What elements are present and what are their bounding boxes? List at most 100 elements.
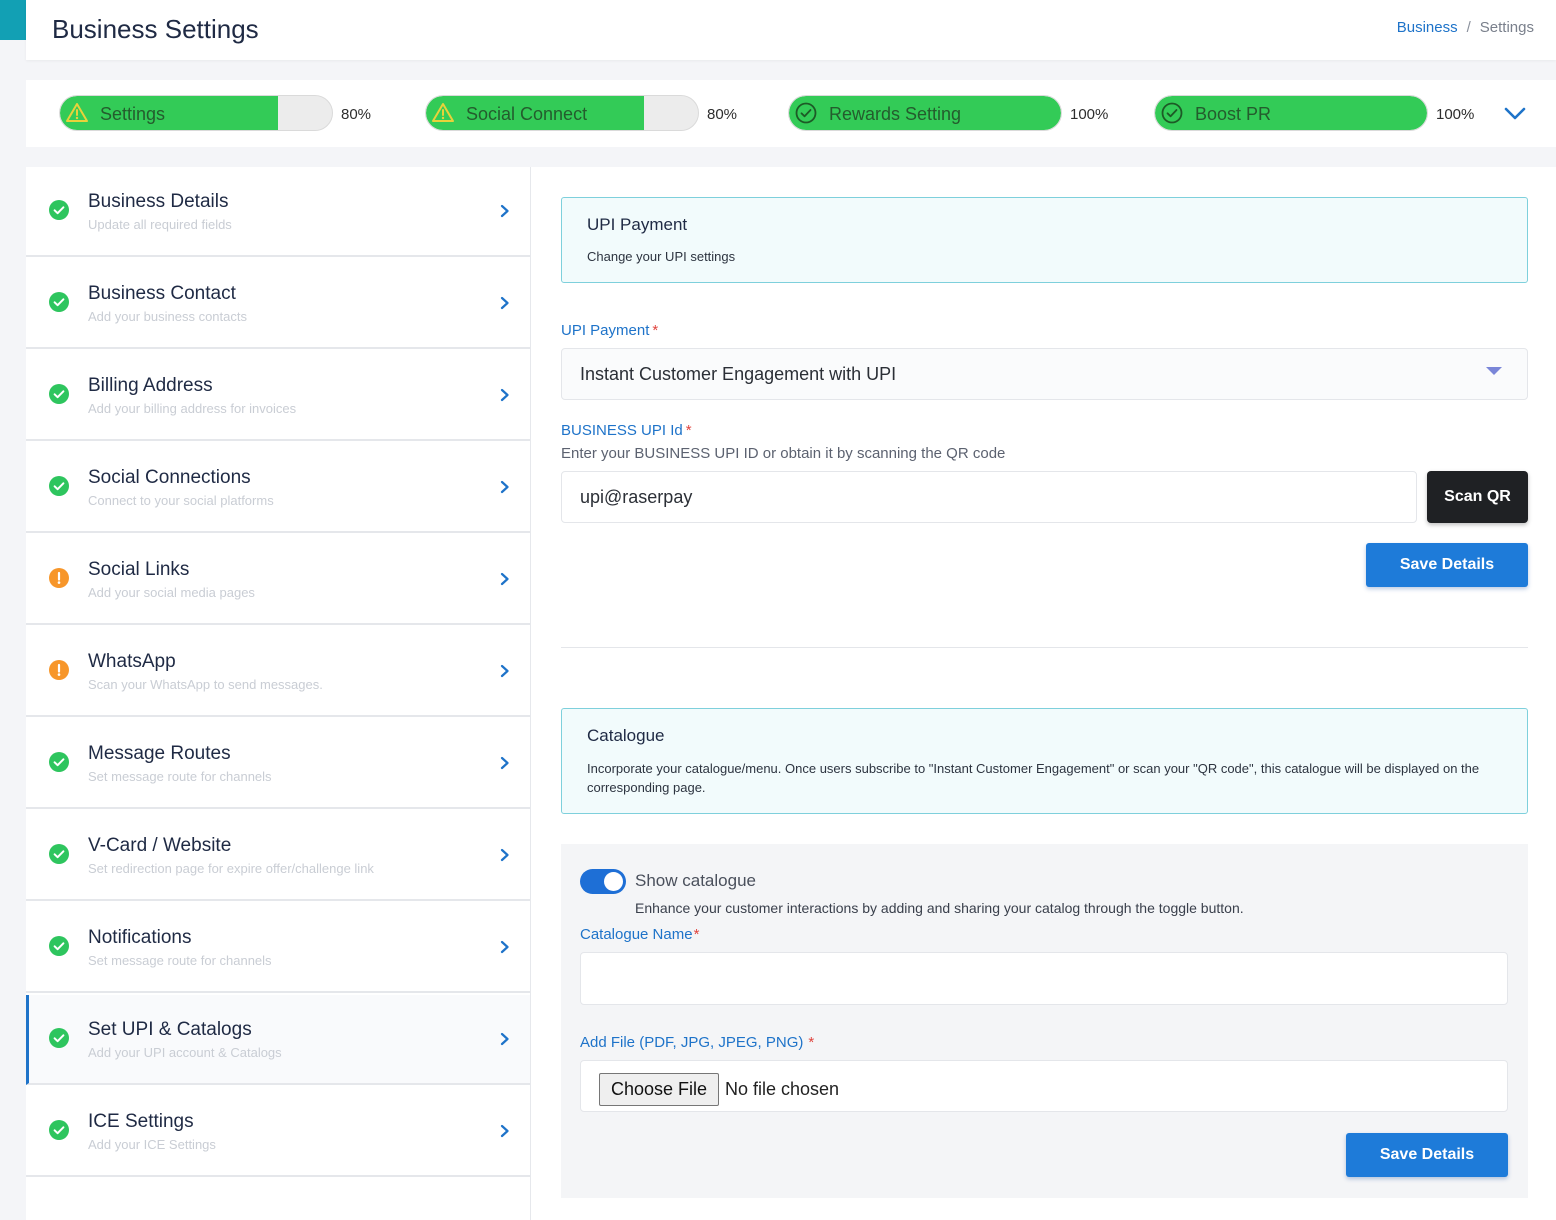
chevron-right-icon	[498, 661, 512, 681]
chevron-right-icon	[498, 569, 512, 589]
upi-id-input[interactable]	[561, 471, 1417, 523]
sidebar-item-subtitle: Set redirection page for expire offer/ch…	[88, 861, 374, 876]
sidebar-item-v-card-website[interactable]: V-Card / Website Set redirection page for…	[26, 811, 530, 901]
check-circle-icon	[49, 384, 69, 404]
show-catalogue-label: Show catalogue	[635, 871, 756, 890]
sidebar-item-subtitle: Scan your WhatsApp to send messages.	[88, 677, 323, 692]
chevron-right-icon	[498, 293, 512, 313]
progress-percent: 80%	[707, 106, 738, 123]
chevron-right-icon	[498, 937, 512, 957]
sidebar-item-ice-settings[interactable]: ICE Settings Add your ICE Settings	[26, 1087, 530, 1177]
check-circle-icon	[49, 200, 69, 220]
sidebar-item-message-routes[interactable]: Message Routes Set message route for chan…	[26, 719, 530, 809]
sidebar-item-title: Business Contact	[88, 283, 236, 304]
sidebar-item-notifications[interactable]: Notifications Set message route for chann…	[26, 903, 530, 993]
catalogue-section-description: Incorporate your catalogue/menu. Once us…	[587, 761, 1480, 795]
sidebar-item-business-contact[interactable]: Business Contact Add your business contac…	[26, 259, 530, 349]
show-catalogue-toggle[interactable]	[580, 869, 626, 894]
sidebar-item-social-connections[interactable]: Social Connections Connect to your social…	[26, 443, 530, 533]
catalogue-form: Show catalogue Enhance your customer int…	[561, 844, 1528, 1198]
sidebar-item-subtitle: Set message route for channels	[88, 953, 272, 968]
upi-payment-select[interactable]: Instant Customer Engagement with UPI	[561, 348, 1528, 400]
sidebar-item-subtitle: Update all required fields	[88, 217, 232, 232]
sidebar-item-title: Set UPI & Catalogs	[88, 1019, 252, 1040]
sidebar-item-title: WhatsApp	[88, 651, 176, 672]
section-divider	[561, 647, 1528, 648]
upi-save-details-button[interactable]: Save Details	[1366, 543, 1528, 587]
breadcrumb-business-link[interactable]: Business	[1397, 19, 1458, 36]
sidebar-item-subtitle: Add your UPI account & Catalogs	[88, 1045, 282, 1060]
sidebar-item-subtitle: Add your ICE Settings	[88, 1137, 216, 1152]
catalogue-name-label: Catalogue Name*	[580, 926, 700, 943]
chevron-right-icon	[498, 753, 512, 773]
sidebar-item-billing-address[interactable]: Billing Address Add your billing address …	[26, 351, 530, 441]
settings-sidebar: Business Details Update all required fiel…	[26, 167, 531, 1220]
sidebar-item-subtitle: Add your billing address for invoices	[88, 401, 297, 416]
toggle-knob	[604, 872, 623, 891]
upi-info-box: UPI Payment Change your UPI settings	[561, 197, 1528, 283]
upi-section-title: UPI Payment	[587, 215, 688, 234]
chevron-right-icon	[498, 1029, 512, 1049]
progress-label: Boost PR	[1195, 104, 1272, 124]
progress-fill	[60, 96, 278, 130]
upi-id-label: BUSINESS UPI Id *	[561, 422, 692, 439]
chevron-right-icon	[498, 845, 512, 865]
upi-id-help: Enter your BUSINESS UPI ID or obtain it …	[561, 445, 1006, 462]
check-circle-icon	[49, 844, 69, 864]
page-header: Business Settings Business / Settings	[26, 0, 1556, 60]
warning-icon	[432, 103, 454, 122]
page-title: Business Settings	[52, 14, 259, 44]
sidebar-item-business-details[interactable]: Business Details Update all required fiel…	[26, 167, 530, 257]
upi-payment-value: Instant Customer Engagement with UPI	[580, 364, 897, 384]
sidebar-item-title: Message Routes	[88, 743, 231, 764]
exclamation-circle-icon	[49, 568, 69, 588]
file-upload-field: Choose File No file chosen	[580, 1060, 1508, 1112]
scan-qr-button[interactable]: Scan QR	[1427, 471, 1528, 523]
check-circle-icon	[49, 1120, 69, 1140]
check-circle-icon	[49, 936, 69, 956]
main-panel: UPI Payment Change your UPI settings UPI…	[531, 167, 1556, 1220]
progress-summary: Settings 80% Social Connect 80% Rewards …	[26, 80, 1556, 147]
chevron-right-icon	[498, 385, 512, 405]
show-catalogue-help: Enhance your customer interactions by ad…	[635, 900, 1244, 916]
sidebar-item-title: Billing Address	[88, 375, 213, 396]
sidebar-item-subtitle: Add your business contacts	[88, 309, 247, 324]
progress-percent: 80%	[341, 106, 372, 123]
check-circle-icon	[49, 752, 69, 772]
corner-accent	[0, 0, 26, 40]
chevron-down-icon[interactable]	[1503, 101, 1527, 125]
sidebar-item-title: Business Details	[88, 191, 229, 212]
check-circle-icon	[49, 292, 69, 312]
catalogue-name-input[interactable]	[580, 952, 1508, 1005]
sidebar-item-whatsapp[interactable]: WhatsApp Scan your WhatsApp to send messa…	[26, 627, 530, 717]
progress-percent: 100%	[1070, 106, 1109, 123]
sidebar-item-subtitle: Connect to your social platforms	[88, 493, 274, 508]
check-circle-icon	[1161, 102, 1183, 124]
sidebar-item-social-links[interactable]: Social Links Add your social media pages	[26, 535, 530, 625]
sidebar-item-subtitle: Set message route for channels	[88, 769, 272, 784]
progress-percent: 100%	[1436, 106, 1475, 123]
upi-payment-label: UPI Payment *	[561, 322, 659, 339]
choose-file-button[interactable]: Choose File	[599, 1073, 719, 1106]
exclamation-circle-icon	[49, 660, 69, 680]
progress-label: Settings	[100, 104, 166, 124]
sidebar-item-title: Social Links	[88, 559, 190, 580]
chevron-right-icon	[498, 477, 512, 497]
sidebar-item-subtitle: Add your social media pages	[88, 585, 255, 600]
catalogue-save-details-button[interactable]: Save Details	[1346, 1133, 1508, 1177]
progress-label: Rewards Setting	[829, 104, 962, 124]
check-circle-icon	[49, 476, 69, 496]
sidebar-item-title: ICE Settings	[88, 1111, 194, 1132]
progress-label: Social Connect	[466, 104, 588, 124]
file-status: No file chosen	[725, 1079, 840, 1099]
chevron-right-icon	[498, 201, 512, 221]
sidebar-item-set-upi-catalogs[interactable]: Set UPI & Catalogs Add your UPI account &…	[26, 995, 530, 1085]
add-file-label: Add File (PDF, JPG, JPEG, PNG) *	[580, 1034, 815, 1051]
catalogue-section-title: Catalogue	[587, 726, 665, 745]
sidebar-item-title: Social Connections	[88, 467, 251, 488]
sidebar-item-title: V-Card / Website	[88, 835, 232, 856]
caret-down-icon	[1486, 367, 1502, 375]
check-circle-icon	[795, 102, 817, 124]
upi-section-description: Change your UPI settings	[587, 249, 736, 264]
breadcrumb-separator: /	[1466, 19, 1471, 36]
